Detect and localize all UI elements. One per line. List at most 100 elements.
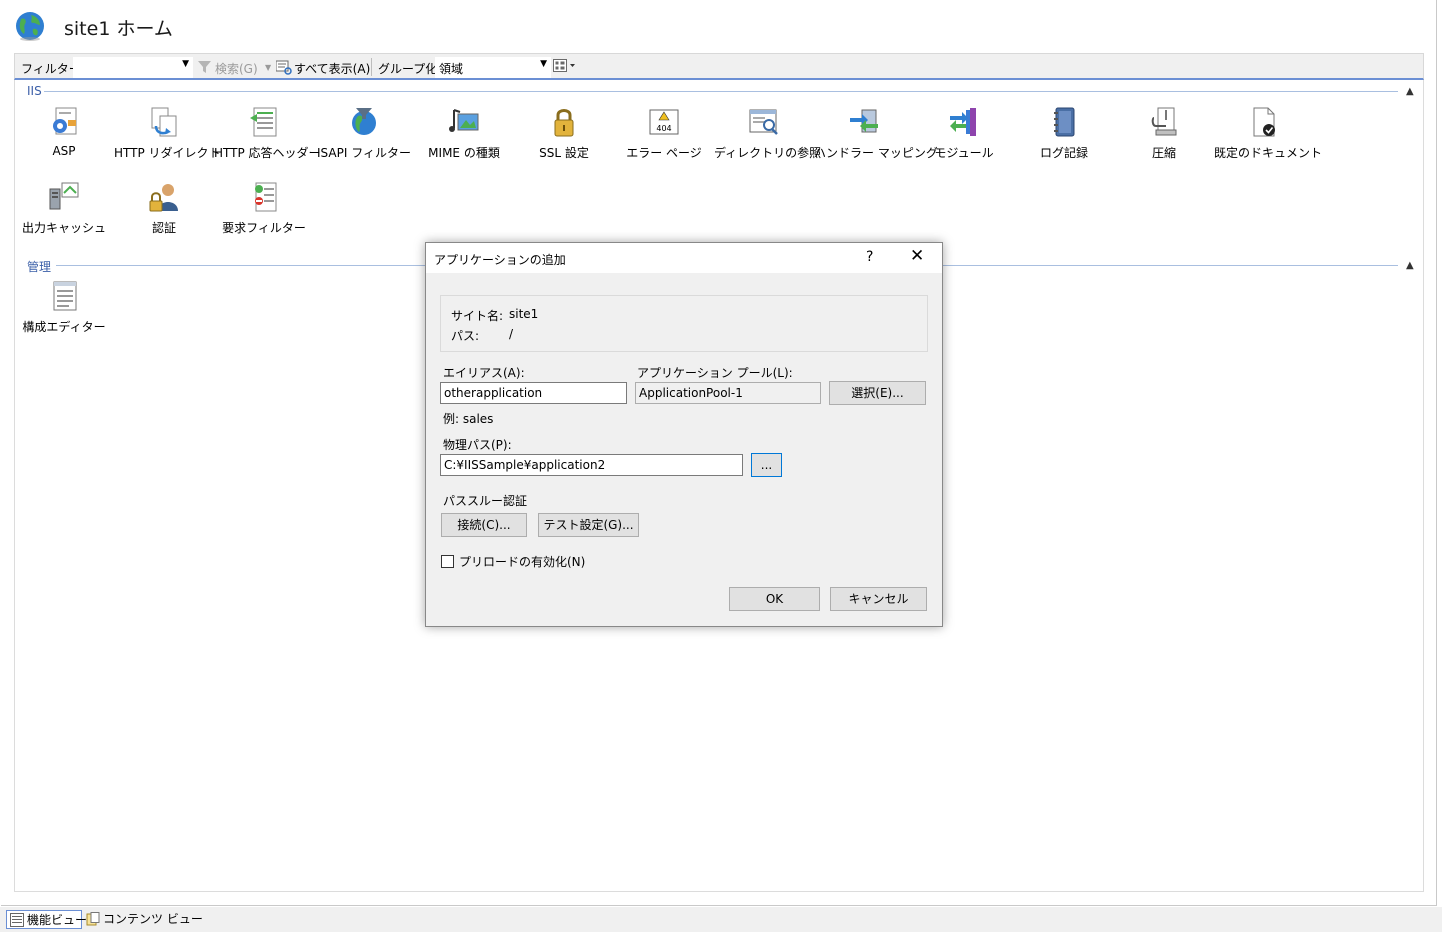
content-view-icon xyxy=(86,912,100,926)
feature-mime-types[interactable]: MIME の種類 xyxy=(414,106,514,161)
feature-http-response-headers[interactable]: HTTP 応答ヘッダー xyxy=(214,106,321,161)
tab-label: コンテンツ ビュー xyxy=(103,912,203,926)
physical-path-input[interactable]: C:¥IISSample¥application2 xyxy=(440,454,743,476)
dialog-title: アプリケーションの追加 xyxy=(434,253,566,267)
features-view-icon xyxy=(10,913,24,927)
svg-text:404: 404 xyxy=(656,124,671,133)
feature-label: HTTP リダイレクト xyxy=(114,146,221,160)
isapi-filters-icon xyxy=(352,108,376,135)
directory-browsing-icon xyxy=(749,109,778,135)
alias-example: 例: sales xyxy=(443,412,494,426)
feature-isapi-filters[interactable]: ISAPI フィルター xyxy=(314,106,414,161)
default-document-icon xyxy=(1253,107,1275,137)
feature-configuration-editor[interactable]: 構成エディター xyxy=(14,280,114,335)
feature-authentication[interactable]: 認証 xyxy=(114,181,214,236)
feature-ssl-settings[interactable]: SSL 設定 xyxy=(514,106,614,161)
filter-combobox[interactable]: ▼ xyxy=(73,57,193,78)
feature-label: ハンドラー マッピング xyxy=(814,146,938,160)
dialog-titlebar[interactable]: アプリケーションの追加 ? ✕ xyxy=(426,243,942,273)
feature-label: 構成エディター xyxy=(22,320,106,334)
show-all-button[interactable]: すべて表示(A) xyxy=(294,60,370,77)
authentication-icon xyxy=(149,184,178,212)
group-divider xyxy=(943,265,1398,266)
path-label: パス: xyxy=(451,329,480,343)
close-icon[interactable]: ✕ xyxy=(910,246,924,266)
mime-types-icon xyxy=(449,109,479,132)
group-divider xyxy=(56,265,425,266)
physical-path-label: 物理パス(P): xyxy=(443,438,512,452)
feature-http-redirect[interactable]: HTTP リダイレクト xyxy=(114,106,221,161)
feature-label: SSL 設定 xyxy=(539,146,589,160)
chevron-down-icon: ▼ xyxy=(540,59,547,69)
alias-input[interactable]: otherapplication xyxy=(440,382,627,404)
request-filtering-icon xyxy=(255,182,277,212)
feature-logging[interactable]: ログ記録 xyxy=(1014,106,1114,161)
cancel-button[interactable]: キャンセル xyxy=(830,587,927,611)
help-button[interactable]: ? xyxy=(866,249,873,265)
feature-label: ログ記録 xyxy=(1039,146,1088,160)
path-value: / xyxy=(509,327,514,341)
group-title-iis: IIS xyxy=(27,84,42,98)
app-pool-field: ApplicationPool-1 xyxy=(635,382,821,404)
feature-label: 既定のドキュメント xyxy=(1214,146,1323,160)
select-app-pool-button[interactable]: 選択(E)... xyxy=(829,381,926,405)
connect-as-button[interactable]: 接続(C)... xyxy=(441,513,527,537)
chevron-down-icon: ▼ xyxy=(182,59,189,69)
filter-toolbar: フィルター: ▼ 検索(G) ▼ すべて表示(A) グループ化: 領域 ▼ xyxy=(14,53,1424,80)
test-settings-button[interactable]: テスト設定(G)... xyxy=(538,513,639,537)
feature-modules[interactable]: モジュール xyxy=(914,106,1014,161)
add-application-dialog: アプリケーションの追加 ? ✕ サイト名: site1 パス: / エイリアス(… xyxy=(425,242,943,627)
collapse-iis-icon[interactable]: ▲ xyxy=(1406,86,1414,97)
site-info-box: サイト名: site1 パス: / xyxy=(440,295,928,352)
alias-label: エイリアス(A): xyxy=(443,366,525,380)
feature-error-pages[interactable]: 404 エラー ページ xyxy=(614,106,714,161)
feature-label: ISAPI フィルター xyxy=(317,146,411,160)
search-dropdown-icon[interactable]: ▼ xyxy=(265,63,271,72)
feature-label: モジュール xyxy=(934,146,994,160)
feature-default-document[interactable]: 既定のドキュメント xyxy=(1214,106,1323,161)
feature-label: ディレクトリの参照 xyxy=(714,146,822,160)
feature-output-cache[interactable]: 出力キャッシュ xyxy=(14,181,114,236)
asp-icon xyxy=(53,107,77,135)
http-redirect-icon xyxy=(151,107,177,137)
feature-label: 要求フィルター xyxy=(222,221,306,235)
passthrough-label: パススルー認証 xyxy=(443,494,528,508)
group-divider xyxy=(44,91,1398,92)
feature-compression[interactable]: 圧縮 xyxy=(1114,106,1214,161)
configuration-editor-icon xyxy=(53,281,77,311)
feature-label: MIME の種類 xyxy=(428,146,500,160)
feature-label: 認証 xyxy=(151,221,176,235)
browse-button[interactable]: ... xyxy=(751,453,782,477)
preload-checkbox[interactable] xyxy=(441,555,454,568)
group-by-value: 領域 xyxy=(439,62,464,76)
lock-icon xyxy=(554,109,574,137)
page-title: site1 ホーム xyxy=(64,18,173,40)
handler-mappings-icon xyxy=(850,109,878,133)
feature-request-filtering[interactable]: 要求フィルター xyxy=(214,181,314,236)
feature-label: ASP xyxy=(52,144,76,158)
group-by-combobox[interactable]: 領域 ▼ xyxy=(435,57,551,78)
group-by-label: グループ化: xyxy=(378,62,442,76)
feature-label: 出力キャッシュ xyxy=(21,221,106,235)
collapse-management-icon[interactable]: ▲ xyxy=(1406,260,1414,271)
view-tabs: 機能ビュー コンテンツ ビュー xyxy=(0,907,1442,932)
search-button[interactable]: 検索(G) xyxy=(215,60,258,77)
output-cache-icon xyxy=(49,182,79,210)
app-pool-label: アプリケーション プール(L): xyxy=(637,366,793,380)
ok-button[interactable]: OK xyxy=(729,587,820,611)
feature-label: 圧縮 xyxy=(1151,146,1176,160)
tab-features-view[interactable]: 機能ビュー xyxy=(6,910,87,929)
tab-content-view[interactable]: コンテンツ ビュー xyxy=(83,910,203,929)
view-mode-icon[interactable] xyxy=(553,59,577,74)
feature-asp[interactable]: ASP xyxy=(14,106,114,158)
compression-icon xyxy=(1151,107,1177,136)
preload-label[interactable]: プリロードの有効化(N) xyxy=(459,553,585,570)
feature-handler-mappings[interactable]: ハンドラー マッピング xyxy=(814,106,938,161)
group-title-management: 管理 xyxy=(27,260,52,274)
site-name-label: サイト名: xyxy=(451,309,504,323)
show-all-icon xyxy=(276,60,292,75)
modules-icon xyxy=(950,108,976,136)
globe-icon xyxy=(16,12,44,41)
filter-funnel-icon xyxy=(198,61,211,73)
feature-directory-browsing[interactable]: ディレクトリの参照 xyxy=(714,106,822,161)
